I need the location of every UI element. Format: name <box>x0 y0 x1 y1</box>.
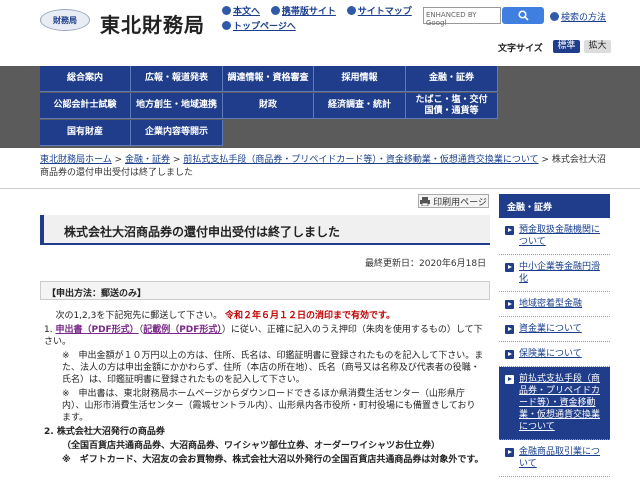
divider <box>0 188 640 189</box>
chevron-right-icon <box>505 325 514 334</box>
main-content: 次の1,2,3を下記宛先に郵送して下さい。 令和２年６月１２日の消印まで有効です… <box>44 310 484 468</box>
top-page-link[interactable]: トップページへ <box>222 20 296 35</box>
sidebar-heading: 金融・証券 <box>499 194 610 218</box>
breadcrumb-prepaid[interactable]: 前払式支払手段（商品券・プリペイドカード等）・資金移動業・仮想通貨交換業について <box>183 155 538 165</box>
search-help-icon <box>550 12 559 21</box>
font-size-label: 文字サイズ <box>498 44 543 54</box>
font-standard-button[interactable]: 標準 <box>553 40 580 53</box>
search-icon <box>517 10 529 21</box>
deadline-text: 令和２年６月１２日の消印まで有効です。 <box>224 311 396 321</box>
item-2-note: ※ ギフトカード、大沼友の会お買物券、株式会社大沼以外発行の全国百貨店共通商品券… <box>62 455 484 465</box>
nav-property[interactable]: 国有財産 <box>40 120 131 146</box>
note-1: ※ 申出金額が１０万円以上の方は、住所、氏名は、印鑑証明書に登録されたものを記入… <box>62 351 484 385</box>
item-2-sub: （全国百貨店共通商品券、大沼商品券、ワイシャツ部仕立券、オーダーワイシャツお仕立… <box>62 441 441 451</box>
breadcrumb-home[interactable]: 東北財務局ホーム <box>40 155 112 165</box>
sidebar-item-sme[interactable]: 中小企業等金融円滑化 <box>499 255 610 292</box>
home-icon <box>222 21 231 30</box>
header-links: 本文へ 携帯版サイト サイトマップ トップページへ <box>222 5 422 35</box>
sidebar-item-lending[interactable]: 資金業について <box>499 317 610 342</box>
sitemap-link[interactable]: サイトマップ <box>346 5 412 20</box>
search-input[interactable]: ENHANCED BY Googl <box>423 7 501 27</box>
global-nav: 総合案内 広報・報道発表 調達情報・資格審査 採用情報 金融・証券 公認会計士試… <box>40 66 498 148</box>
page-title-box: 株式会社大沼商品券の還付申出受付は終了しました <box>40 215 490 245</box>
nav-recruit[interactable]: 採用情報 <box>314 66 406 92</box>
sitemap-icon <box>346 6 356 15</box>
nav-disclosure[interactable]: 企業内容等開示 <box>131 120 223 146</box>
nav-fiscal[interactable]: 財政 <box>223 93 314 119</box>
site-name[interactable]: 東北財務局 <box>100 9 205 38</box>
skip-to-content-link[interactable]: 本文へ <box>222 5 260 20</box>
chevron-right-icon <box>505 300 514 309</box>
chevron-right-icon <box>505 375 514 384</box>
font-large-button[interactable]: 拡大 <box>584 40 611 53</box>
nav-cpa-exam[interactable]: 公認会計士試験 <box>40 93 131 119</box>
mobile-site-link[interactable]: 携帯版サイト <box>270 5 336 20</box>
print-page-button[interactable]: 印刷用ページ <box>418 194 489 208</box>
application-form-link[interactable]: 申出書（PDF形式） <box>55 325 138 335</box>
nav-general-info[interactable]: 総合案内 <box>40 66 131 92</box>
arrow-icon <box>222 6 231 15</box>
item-1: 1. 申出書（PDF形式）（記載例（PDF形式））に従い、正確に記入のうえ押印（… <box>44 325 483 347</box>
chevron-right-icon <box>505 226 514 235</box>
printer-icon <box>420 196 431 206</box>
sidebar-item-regional[interactable]: 地域密着型金融 <box>499 292 610 317</box>
note-2: ※ 申出書は、東北財務局ホームページからダウンロードできるほか県消費生活センター… <box>62 389 476 423</box>
search-button[interactable] <box>502 7 544 24</box>
chevron-right-icon <box>505 263 514 272</box>
nav-finance[interactable]: 金融・証券 <box>406 66 498 92</box>
intro-line: 次の1,2,3を下記宛先に郵送して下さい。 令和２年６月１２日の消印まで有効です… <box>55 311 396 321</box>
sidebar: 金融・証券 預金取扱金融機関について 中小企業等金融円滑化 地域密着型金融 資金… <box>499 194 610 477</box>
nav-economy[interactable]: 経済調査・統計 <box>314 93 406 119</box>
example-link[interactable]: 記載例（PDF形式） <box>143 325 222 335</box>
nav-press[interactable]: 広報・報道発表 <box>131 66 223 92</box>
nav-regional[interactable]: 地方創生・地域連携 <box>131 93 223 119</box>
sidebar-item-prepaid[interactable]: 前払式支払手段（商品券・プリペイドカード等）・資金移動業・仮想通貨交換業について <box>499 367 610 440</box>
chevron-right-icon <box>505 448 514 457</box>
chevron-right-icon <box>505 350 514 359</box>
page-title: 株式会社大沼商品券の還付申出受付は終了しました <box>64 225 341 239</box>
site-header: 財務局 東北財務局 本文へ 携帯版サイト サイトマップ トップページへ <box>0 0 640 38</box>
sidebar-item-securities[interactable]: 金融商品取引業について <box>499 440 610 477</box>
nav-tobacco[interactable]: たばこ・塩・交付国債・通貨等 <box>406 93 498 119</box>
method-heading: 【申出方法：郵送のみ】 <box>40 281 490 300</box>
search-method-link[interactable]: 検索の方法 <box>550 10 606 23</box>
logo-icon[interactable]: 財務局 <box>40 9 90 31</box>
nav-procurement[interactable]: 調達情報・資格審査 <box>223 66 314 92</box>
sidebar-item-deposit[interactable]: 預金取扱金融機関について <box>499 218 610 255</box>
breadcrumb: 東北財務局ホーム > 金融・証券 > 前払式支払手段（商品券・プリペイドカード等… <box>40 155 606 178</box>
last-updated: 最終更新日：2020年6月18日 <box>365 259 487 269</box>
sidebar-item-insurance[interactable]: 保険業について <box>499 342 610 367</box>
mobile-icon <box>270 6 280 15</box>
item-2-title: 2. 株式会社大沼発行の商品券 <box>44 427 165 437</box>
breadcrumb-finance[interactable]: 金融・証券 <box>125 155 170 165</box>
